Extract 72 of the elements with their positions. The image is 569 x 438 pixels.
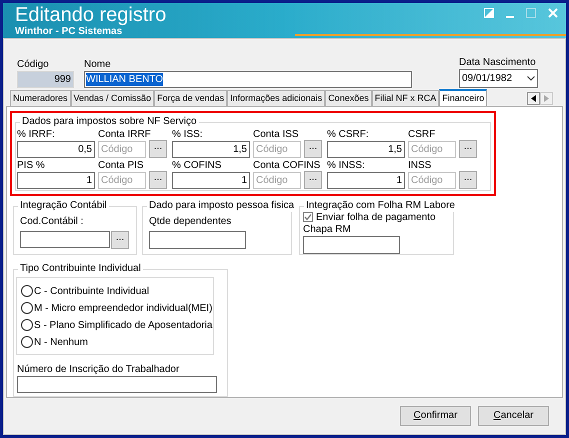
account-field[interactable]: Código [408,172,456,188]
dialog-button[interactable]: Confirmar [400,406,471,426]
account-field[interactable]: Código [253,172,301,188]
percent-field[interactable]: 1 [17,172,95,188]
field-label: INSS [408,158,432,172]
tab[interactable]: Financeiro [439,88,488,106]
account-field[interactable]: Código [408,140,456,158]
tab[interactable]: Numeradores [10,90,71,106]
group-title: Dado para imposto pessoa fisica [147,200,296,212]
browse-button[interactable]: ... [304,140,322,158]
field-label: % IRRF: [17,128,55,140]
percent-field[interactable]: 1 [172,172,250,188]
field-label: % CSRF: [327,128,369,140]
dependents-field[interactable] [149,230,246,248]
date-field[interactable]: 09/01/1982 [459,68,538,88]
percent-field[interactable]: 0,5 [17,140,95,158]
window-title: Editando registro [15,4,166,26]
field-label: CSRF [408,128,436,140]
field-label: Número de Inscrição do Trabalhador [17,362,180,376]
group-title: Tipo Contribuinte Individual [18,262,143,274]
group-title: Integração com Folha RM Labore [304,200,457,212]
tab[interactable]: Filial NF x RCA [372,90,440,106]
field-label: Conta PIS [98,158,144,172]
restore-icon[interactable] [484,8,494,18]
account-field[interactable] [20,230,110,248]
account-field[interactable]: Código [98,140,146,158]
percent-field[interactable]: 1,5 [327,140,405,158]
browse-button[interactable]: ... [111,230,129,248]
field-label: Nome [84,58,112,70]
percent-field[interactable]: 1 [327,172,405,188]
radio-option[interactable]: S - Plano Simplificado de Aposentadoria [21,318,212,332]
checkmark-icon [304,213,312,221]
window-subtitle: Winthor - PC Sistemas [15,26,122,38]
tab[interactable]: Força de vendas [154,90,228,106]
field-label: % ISS: [172,128,203,140]
registration-field[interactable] [17,376,217,392]
payroll-checkbox[interactable]: Enviar folha de pagamento [303,210,436,224]
account-field[interactable]: Código [253,140,301,158]
chevron-down-icon [527,76,535,80]
field-label: PIS % [17,158,45,172]
radio-option[interactable]: C - Contribuinte Individual [21,284,150,298]
tab[interactable]: Vendas / Comissão [70,90,154,106]
field-label: Chapa RM [303,224,351,236]
group-title: Dados para impostos sobre NF Serviço [20,116,199,128]
triangle-right-icon [544,94,549,102]
field-label: Cod.Contábil : [20,214,84,228]
code-field[interactable]: 999 [17,70,74,88]
radio-option[interactable]: M - Micro empreendedor individual(MEI) [21,302,212,314]
field-label: Conta ISS [253,128,299,140]
browse-button[interactable]: ... [149,140,167,158]
field-label: % COFINS [172,158,222,172]
browse-button[interactable]: ... [459,170,477,188]
group-title: Integração Contábil [18,200,109,212]
radio-option[interactable]: N - Nenhum [21,336,88,348]
chapa-field[interactable] [303,236,400,254]
browse-button[interactable]: ... [304,170,322,188]
tab[interactable]: Informações adicionais [227,90,326,106]
browse-button[interactable]: ... [149,170,167,188]
account-field[interactable]: Código [98,172,146,188]
browse-button[interactable]: ... [459,140,477,158]
field-label: Qtde dependentes [149,214,232,228]
field-label: Código [17,58,50,70]
tab[interactable]: Conexões [325,90,372,106]
field-label: % INSS: [327,158,365,172]
triangle-left-icon [531,94,536,102]
name-field[interactable]: WILLIAN BENTO [84,70,412,88]
tab-scroll-left[interactable] [527,92,540,104]
field-label: Conta IRRF [98,128,151,140]
field-label: Data Nascimento [459,56,537,68]
percent-field[interactable]: 1,5 [172,140,250,158]
dialog-button[interactable]: Cancelar [478,406,549,426]
field-label: Conta COFINS [253,158,320,172]
